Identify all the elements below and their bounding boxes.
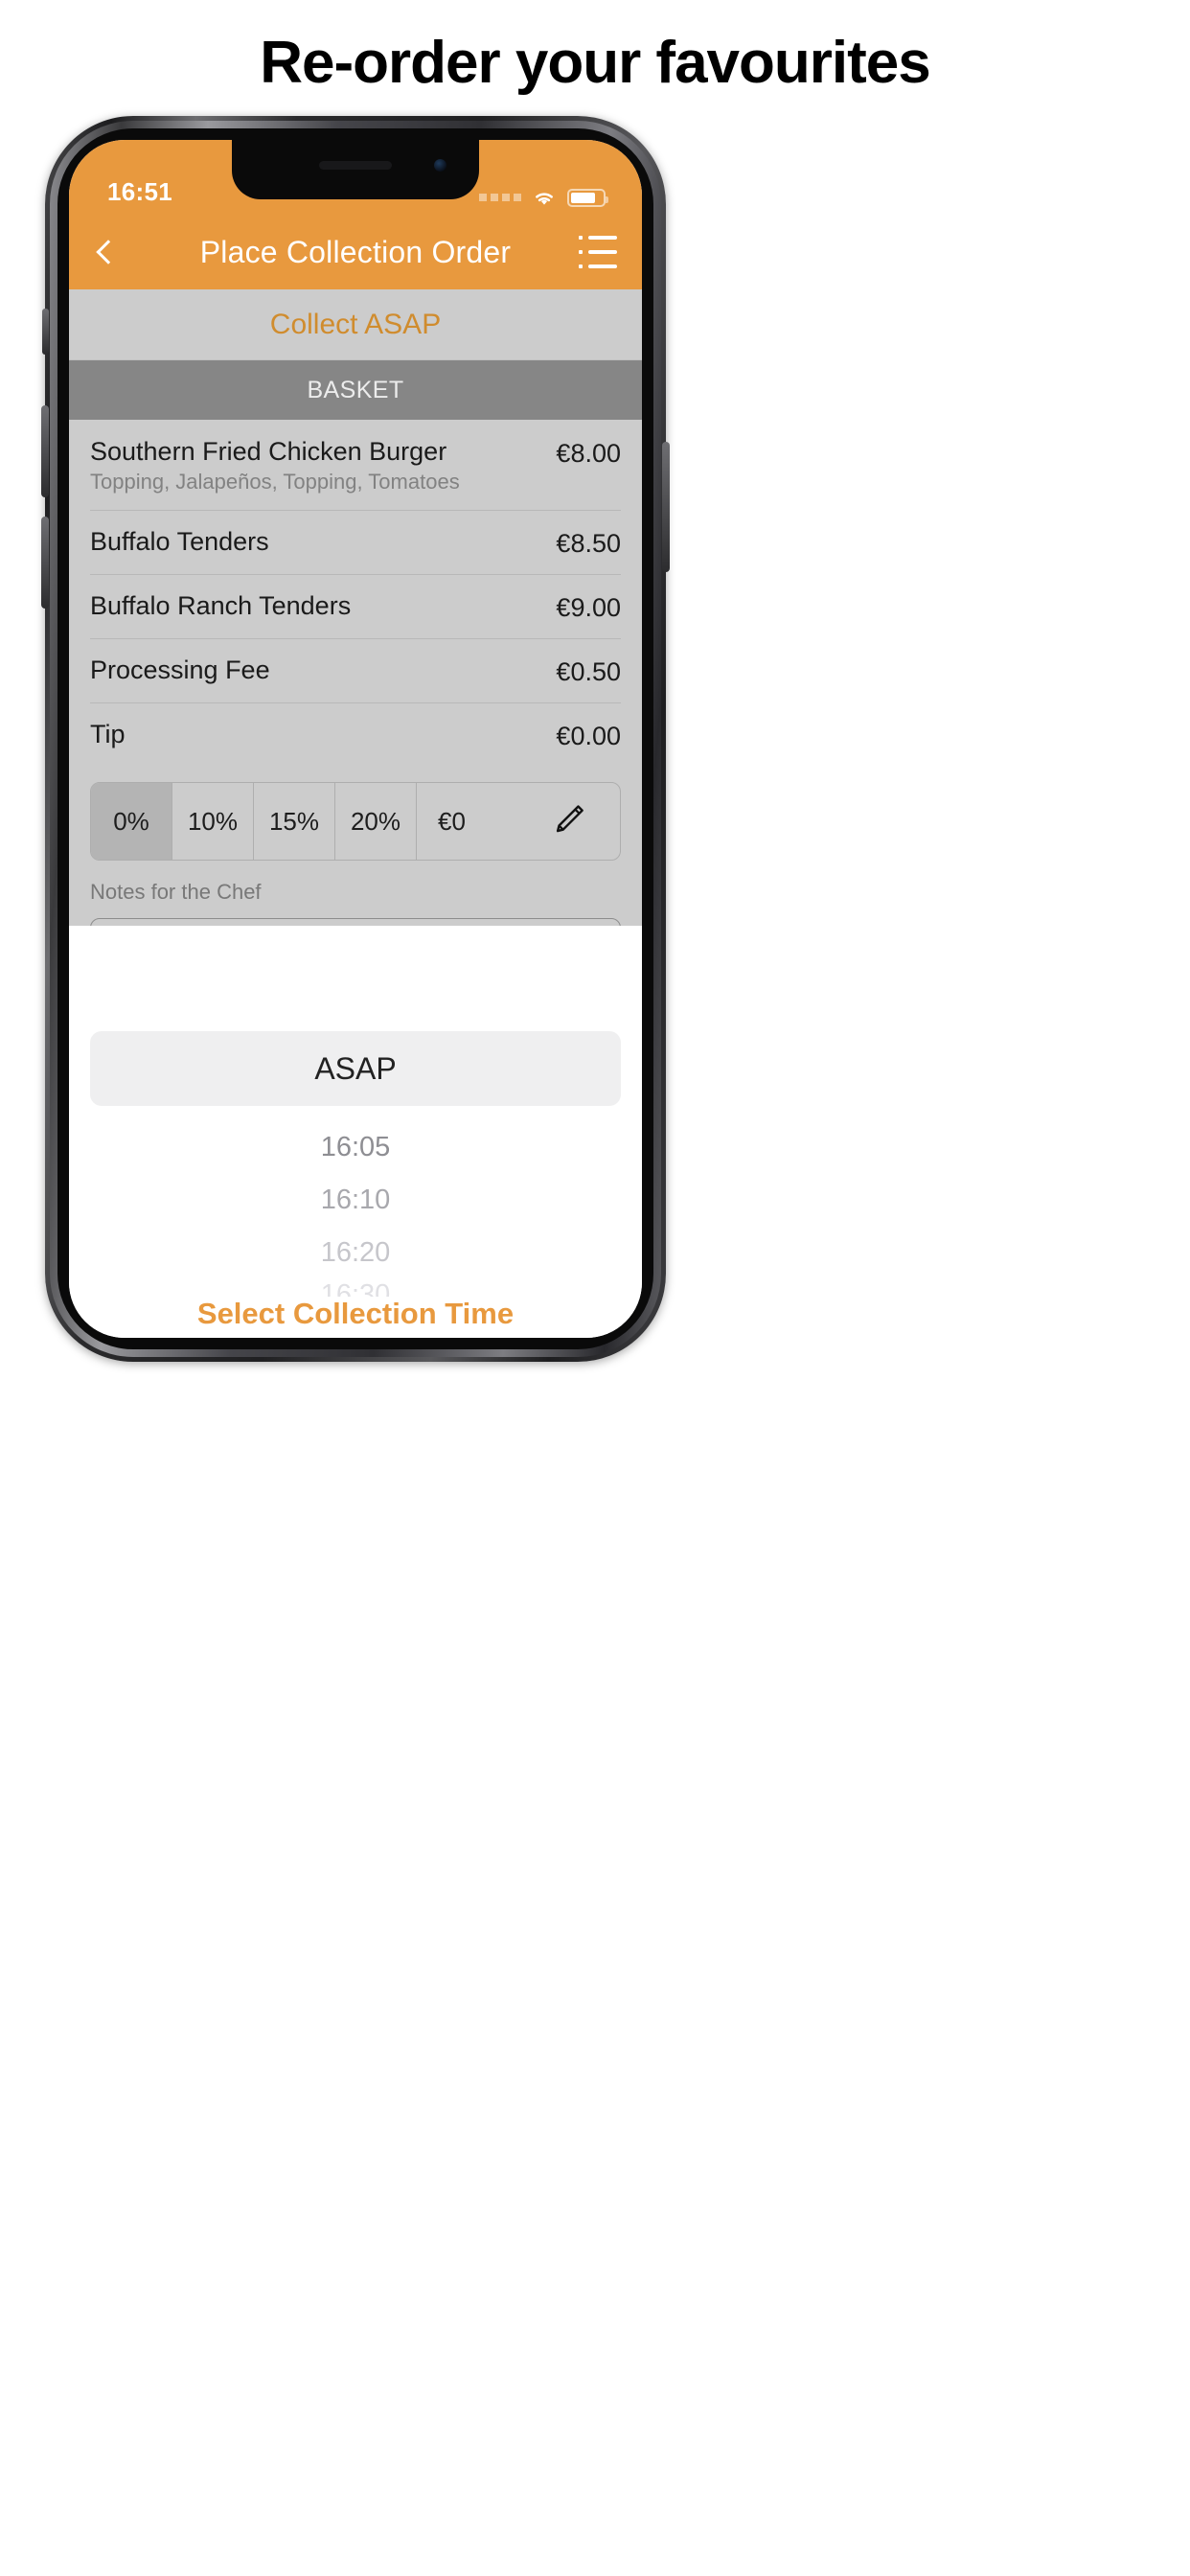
signal-dots-icon <box>479 194 521 201</box>
page-title: Re-order your favourites <box>260 30 931 96</box>
status-time: 16:51 <box>107 177 172 206</box>
tip-option-10[interactable]: 10% <box>172 783 254 860</box>
item-name: Processing Fee <box>90 656 270 684</box>
collection-time-sheet: ASAP 16:05 16:10 16:20 16:30 Select Coll… <box>69 926 642 1338</box>
collect-asap-bar[interactable]: Collect ASAP <box>69 289 642 360</box>
basket-content: Southern Fried Chicken Burger Topping, J… <box>69 420 642 1004</box>
item-price: €9.00 <box>556 593 621 622</box>
tip-option-20[interactable]: 20% <box>335 783 417 860</box>
basket-section-header: BASKET <box>69 360 642 420</box>
phone-screen: 16:51 Place Collection Order Collect ASA… <box>69 140 642 1338</box>
battery-icon <box>567 188 608 207</box>
front-camera <box>434 159 446 172</box>
nav-title: Place Collection Order <box>199 234 512 269</box>
table-row[interactable]: Southern Fried Chicken Burger Topping, J… <box>69 420 642 510</box>
pencil-icon[interactable] <box>515 783 620 860</box>
power-button[interactable] <box>662 442 670 572</box>
back-button[interactable] <box>92 232 125 272</box>
phone-mockup: 16:51 Place Collection Order Collect ASA… <box>41 116 670 1362</box>
table-row: Tip €0.00 <box>69 702 642 767</box>
item-name: Buffalo Ranch Tenders <box>90 591 352 620</box>
tip-option-0[interactable]: 0% <box>91 783 172 860</box>
time-picker[interactable]: ASAP 16:05 16:10 16:20 16:30 <box>69 926 642 1297</box>
wifi-icon <box>531 188 558 207</box>
basket-header-label: BASKET <box>307 376 404 403</box>
picker-option-2[interactable]: 16:10 <box>69 1174 642 1227</box>
status-icons <box>479 188 608 207</box>
notes-label: Notes for the Chef <box>90 880 262 904</box>
picker-selected-row[interactable]: ASAP <box>90 1031 621 1106</box>
device-notch <box>232 140 479 199</box>
item-price: €0.00 <box>556 722 621 750</box>
picker-option-1[interactable]: 16:05 <box>69 1121 642 1174</box>
select-collection-time-button[interactable]: Select Collection Time <box>69 1297 642 1337</box>
picker-options[interactable]: 16:05 16:10 16:20 16:30 <box>69 1106 642 1297</box>
tip-selector: 0% 10% 15% 20% €0 <box>69 767 642 870</box>
earpiece-speaker <box>319 161 392 170</box>
volume-down-button[interactable] <box>41 517 49 609</box>
tip-custom-amount[interactable]: €0 <box>417 783 515 860</box>
tip-option-15[interactable]: 15% <box>254 783 335 860</box>
table-row[interactable]: Buffalo Tenders €8.50 <box>69 510 642 574</box>
page-root: Re-order your favourites 16:51 Place Col… <box>0 0 1190 2576</box>
picker-selected-value: ASAP <box>314 1050 397 1086</box>
picker-option-3[interactable]: 16:20 <box>69 1227 642 1279</box>
volume-up-button[interactable] <box>41 405 49 497</box>
item-price: €0.50 <box>556 657 621 686</box>
select-collection-time-label: Select Collection Time <box>196 1297 515 1330</box>
item-name: Buffalo Tenders <box>90 527 269 556</box>
mute-switch[interactable] <box>42 309 49 355</box>
item-price: €8.00 <box>556 439 621 468</box>
picker-option-4[interactable]: 16:30 <box>69 1279 642 1297</box>
table-row: Processing Fee €0.50 <box>69 638 642 702</box>
item-options: Topping, Jalapeños, Topping, Tomatoes <box>90 470 460 494</box>
table-row[interactable]: Buffalo Ranch Tenders €9.00 <box>69 574 642 638</box>
item-name: Southern Fried Chicken Burger <box>90 437 447 466</box>
item-price: €8.50 <box>556 529 621 558</box>
app-navigation-bar: Place Collection Order <box>69 215 642 289</box>
menu-button[interactable] <box>579 236 617 268</box>
item-name: Tip <box>90 720 126 748</box>
collect-asap-label: Collect ASAP <box>269 308 442 340</box>
